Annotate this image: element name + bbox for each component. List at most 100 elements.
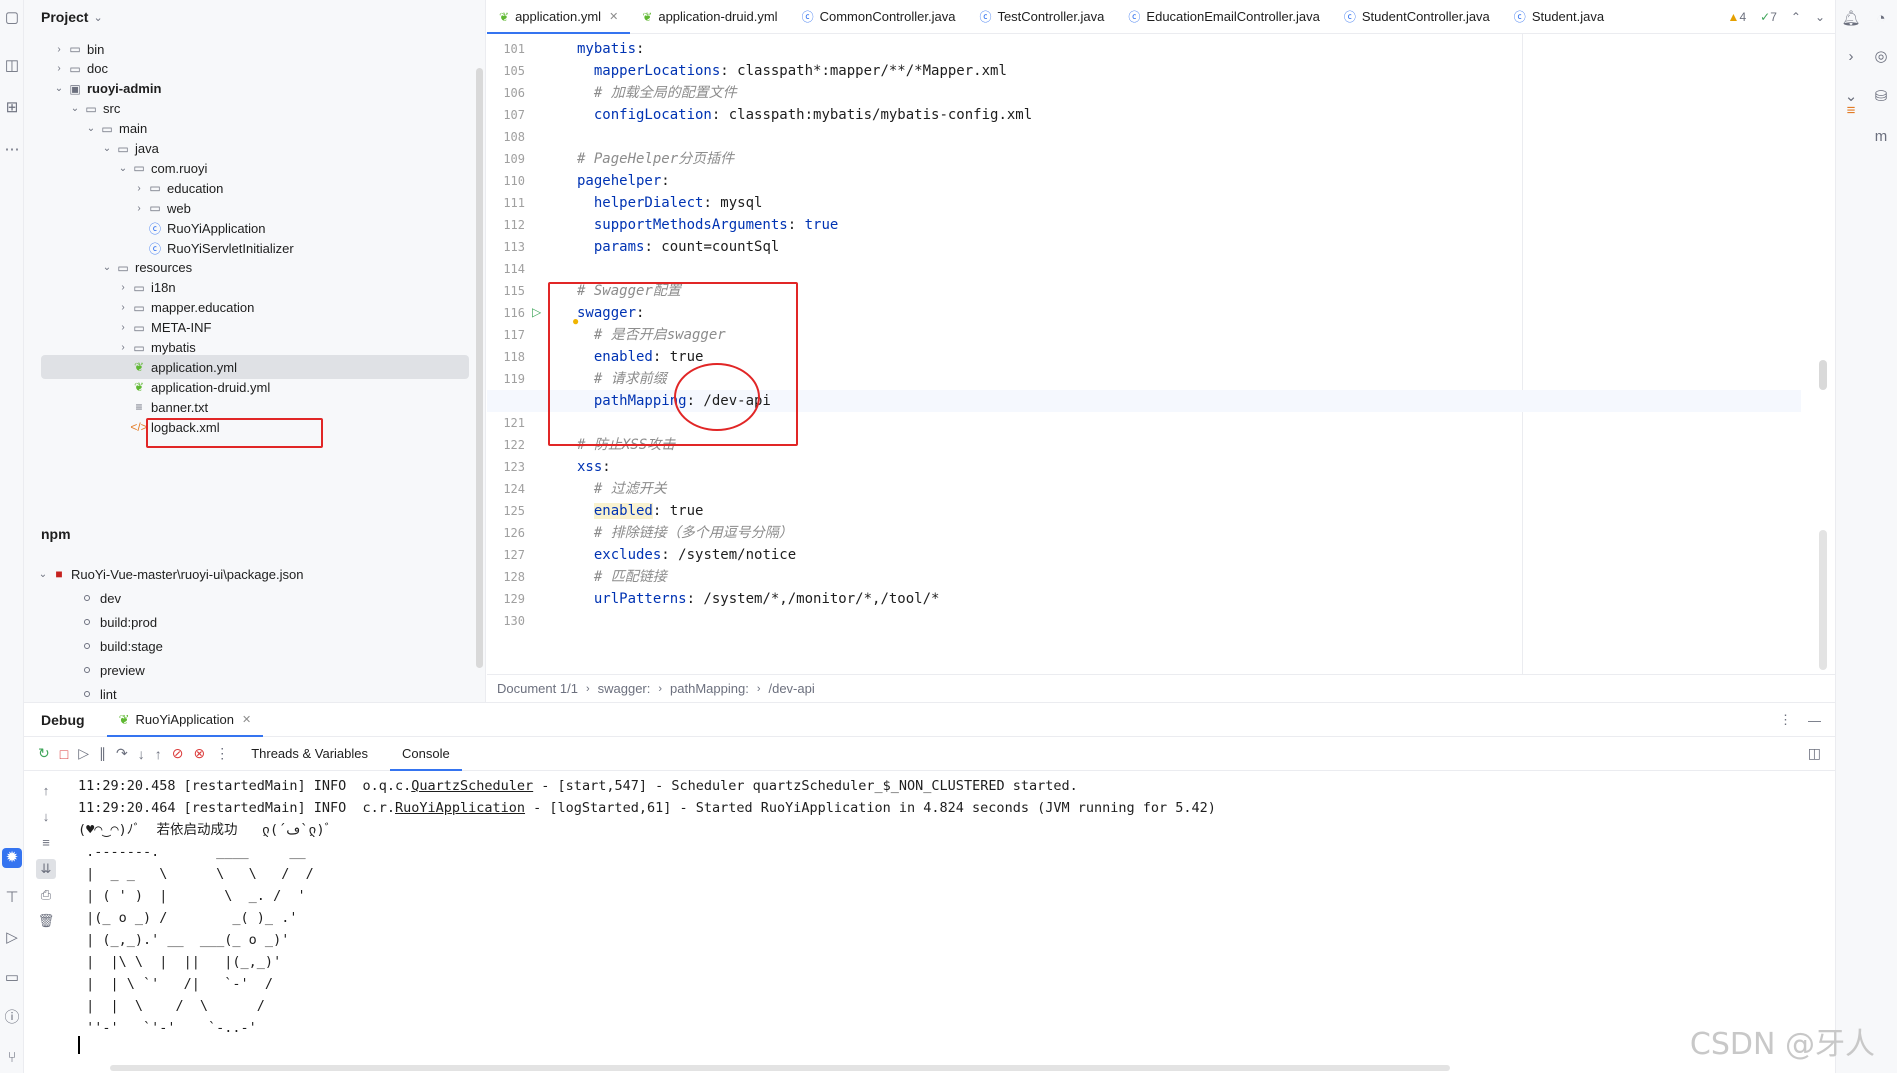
- stop-icon[interactable]: □: [60, 746, 68, 762]
- npm-script[interactable]: preview: [24, 658, 469, 682]
- arrow-down-icon[interactable]: ↓: [36, 807, 56, 827]
- npm-script[interactable]: build:stage: [24, 634, 469, 658]
- chevron-down-icon[interactable]: ⌄: [36, 569, 50, 580]
- editor-tab[interactable]: ⓒ EducationEmailController.java: [1116, 0, 1331, 34]
- chevron-right-icon[interactable]: ›: [1840, 46, 1862, 68]
- chevron-down-icon[interactable]: ⌄: [116, 163, 130, 174]
- notifications-icon[interactable]: 🔔︎: [1840, 8, 1862, 30]
- code-line[interactable]: enabled: true: [487, 500, 1801, 522]
- tab-console[interactable]: Console: [390, 737, 462, 771]
- close-icon[interactable]: ✕: [609, 10, 618, 23]
- commit-icon[interactable]: ◫: [2, 56, 22, 76]
- console-link[interactable]: QuartzScheduler: [411, 778, 533, 794]
- more-options-icon[interactable]: ⋮: [1779, 712, 1792, 728]
- pause-icon[interactable]: ∥: [99, 745, 106, 762]
- terminal-icon[interactable]: ▭: [2, 968, 22, 988]
- structure-icon[interactable]: ⊞: [2, 98, 22, 118]
- git-icon[interactable]: ⑂: [2, 1048, 22, 1068]
- view-breakpoints-icon[interactable]: ⊘: [172, 745, 184, 762]
- step-over-icon[interactable]: ↷: [116, 745, 128, 762]
- project-header[interactable]: Project ⌄: [24, 0, 485, 34]
- step-into-icon[interactable]: ↓: [138, 746, 145, 762]
- chevron-right-icon[interactable]: ›: [132, 183, 146, 194]
- breadcrumb-item[interactable]: pathMapping:: [670, 681, 749, 696]
- warning-count[interactable]: ▲4: [1728, 10, 1747, 24]
- chevron-right-icon[interactable]: ›: [116, 302, 130, 313]
- database-icon[interactable]: ⛁: [1870, 86, 1892, 108]
- console-hscrollbar[interactable]: [110, 1065, 1450, 1071]
- chevron-down-icon[interactable]: ⌄: [100, 262, 114, 273]
- build-icon[interactable]: ⊤: [2, 888, 22, 908]
- chevron-right-icon[interactable]: ›: [116, 322, 130, 333]
- folder-icon[interactable]: ▢: [2, 8, 22, 28]
- console-link[interactable]: RuoYiApplication: [395, 800, 525, 816]
- print-icon[interactable]: ⎙: [36, 885, 56, 905]
- chevron-right-icon[interactable]: ›: [116, 282, 130, 293]
- code-line[interactable]: # 匹配链接: [487, 566, 1801, 588]
- editor-tab[interactable]: ⓒ CommonController.java: [790, 0, 968, 34]
- editor-tab[interactable]: ⓒ TestController.java: [967, 0, 1116, 34]
- chevron-right-icon[interactable]: ›: [52, 44, 66, 55]
- code-line[interactable]: # 排除链接（多个用逗号分隔）: [487, 522, 1801, 544]
- mute-breakpoints-icon[interactable]: ⊗: [193, 745, 205, 762]
- code-line[interactable]: params: count=countSql: [487, 236, 1801, 258]
- code-line[interactable]: excludes: /system/notice: [487, 544, 1801, 566]
- code-line[interactable]: urlPatterns: /system/*,/monitor/*,/tool/…: [487, 588, 1801, 610]
- check-count[interactable]: ✓7: [1760, 10, 1777, 24]
- chevron-up-icon[interactable]: ⌃: [1791, 10, 1801, 24]
- code-line[interactable]: [487, 258, 1801, 280]
- npm-script[interactable]: build:prod: [24, 610, 469, 634]
- layout-icon[interactable]: ◫: [1808, 745, 1821, 762]
- editor-tab[interactable]: ⓒ Student.java: [1502, 0, 1616, 34]
- npm-script[interactable]: dev: [24, 586, 469, 610]
- resume-icon[interactable]: ▷: [78, 745, 89, 762]
- code-line[interactable]: # 加载全局的配置文件: [487, 82, 1801, 104]
- chevron-down-icon[interactable]: ⌄: [68, 103, 82, 114]
- code-line[interactable]: # PageHelper分页插件: [487, 148, 1801, 170]
- code-line[interactable]: helperDialect: mysql: [487, 192, 1801, 214]
- chevron-right-icon[interactable]: ›: [116, 342, 130, 353]
- scroll-to-end-icon[interactable]: ⇊: [36, 859, 56, 879]
- chevron-down-icon[interactable]: ⌄: [100, 143, 114, 154]
- ai-icon[interactable]: ◎: [1870, 46, 1892, 68]
- code-line[interactable]: mybatis:: [487, 38, 1801, 60]
- chevron-down-icon[interactable]: ⌄: [84, 123, 98, 134]
- code-line[interactable]: pagehelper:: [487, 170, 1801, 192]
- code-line[interactable]: # 过滤开关: [487, 478, 1801, 500]
- close-icon[interactable]: ✕: [242, 713, 251, 726]
- chevron-right-icon[interactable]: ›: [132, 203, 146, 214]
- chevron-down-icon[interactable]: ⌄: [1815, 10, 1825, 24]
- console-output[interactable]: 11:29:20.458 [restartedMain] INFO o.q.c.…: [78, 775, 1818, 1065]
- breadcrumb-item[interactable]: swagger:: [598, 681, 651, 696]
- maven-icon[interactable]: m: [1870, 126, 1892, 148]
- chevron-down-icon[interactable]: ⌄: [52, 83, 66, 94]
- arrow-up-icon[interactable]: ↑: [36, 781, 56, 801]
- debug-icon[interactable]: ✹: [2, 848, 22, 868]
- breadcrumb-item[interactable]: /dev-api: [768, 681, 814, 696]
- editor-scrollbar[interactable]: [1819, 360, 1827, 390]
- project-scrollbar[interactable]: [476, 68, 483, 668]
- more-icon[interactable]: ⋮: [215, 745, 229, 762]
- code-line[interactable]: [487, 610, 1801, 632]
- code-line[interactable]: mapperLocations: classpath*:mapper/**/*M…: [487, 60, 1801, 82]
- code-line[interactable]: supportMethodsArguments: true: [487, 214, 1801, 236]
- npm-script[interactable]: lint: [24, 682, 469, 702]
- breadcrumb-item[interactable]: Document 1/1: [497, 681, 578, 696]
- bell-icon[interactable]: ◔: [1870, 8, 1892, 30]
- trash-icon[interactable]: 🗑︎: [36, 911, 56, 931]
- code-line[interactable]: xss:: [487, 456, 1801, 478]
- code-line[interactable]: [487, 126, 1801, 148]
- tab-threads-variables[interactable]: Threads & Variables: [239, 737, 380, 771]
- run-config-tab[interactable]: ❦ RuoYiApplication ✕: [106, 703, 264, 737]
- chevron-right-icon[interactable]: ›: [52, 63, 66, 74]
- problems-icon[interactable]: ⓘ: [2, 1008, 22, 1028]
- step-out-icon[interactable]: ↑: [155, 746, 162, 762]
- npm-package[interactable]: ⌄ ■ RuoYi-Vue-master\ruoyi-ui\package.json: [24, 562, 469, 586]
- code-line[interactable]: configLocation: classpath:mybatis/mybati…: [487, 104, 1801, 126]
- soft-wrap-icon[interactable]: ≡: [36, 833, 56, 853]
- minimize-icon[interactable]: —: [1808, 713, 1821, 728]
- editor-tab[interactable]: ⓒ StudentController.java: [1332, 0, 1502, 34]
- more-icon[interactable]: ⋯: [2, 140, 22, 160]
- rerun-icon[interactable]: ↻: [38, 745, 50, 762]
- editor-tab[interactable]: ❦ application.yml ✕: [487, 0, 631, 34]
